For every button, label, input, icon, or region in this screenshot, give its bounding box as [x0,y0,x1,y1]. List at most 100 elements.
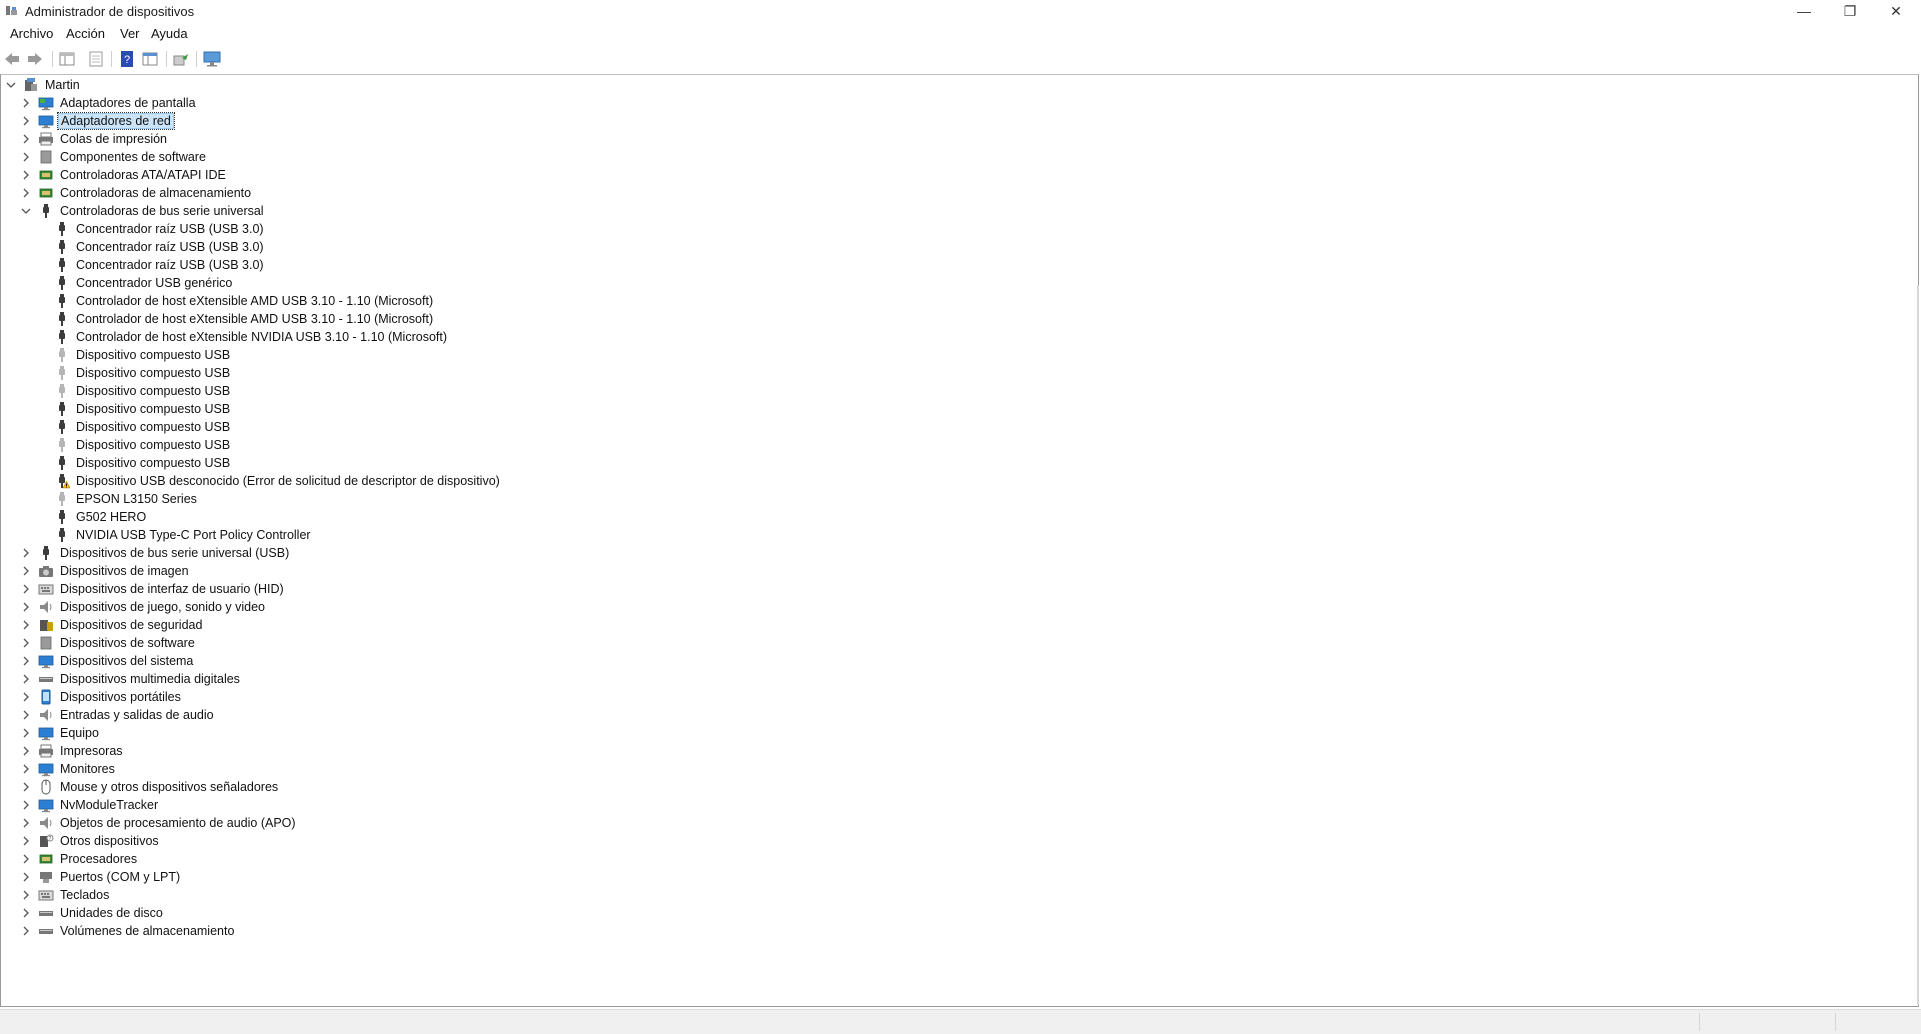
tree-category[interactable]: Teclados [20,886,111,904]
tree-category[interactable]: Monitores [20,760,117,778]
chevron-right-icon[interactable] [20,187,32,199]
tree-device[interactable]: Controlador de host eXtensible AMD USB 3… [36,292,435,310]
tree-device[interactable]: NVIDIA USB Type-C Port Policy Controller [36,526,313,544]
tree-category[interactable]: Entradas y salidas de audio [20,706,216,724]
chevron-right-icon[interactable] [20,745,32,757]
tree-item-label: Mouse y otros dispositivos señaladores [60,780,279,794]
chevron-right-icon[interactable] [20,637,32,649]
chevron-right-icon[interactable] [20,709,32,721]
chevron-right-icon[interactable] [20,889,32,901]
tree-category[interactable]: Dispositivos de software [20,634,197,652]
tree-device[interactable]: G502 HERO [36,508,148,526]
chevron-right-icon[interactable] [20,655,32,667]
tree-category[interactable]: Dispositivos de bus serie universal (USB… [20,544,291,562]
tree-category[interactable]: Procesadores [20,850,139,868]
tree-category[interactable]: Controladoras de almacenamiento [20,184,253,202]
chevron-right-icon[interactable] [20,799,32,811]
chevron-right-icon[interactable] [20,97,32,109]
chevron-right-icon[interactable] [20,853,32,865]
tree-category[interactable]: Adaptadores de red [20,112,175,130]
tree-category[interactable]: Dispositivos de juego, sonido y video [20,598,267,616]
tree-root[interactable]: Martin [5,76,82,94]
tree-category[interactable]: Dispositivos de interfaz de usuario (HID… [20,580,286,598]
chevron-right-icon[interactable] [20,673,32,685]
tree-category[interactable]: Unidades de disco [20,904,165,922]
chevron-right-icon[interactable] [20,133,32,145]
tree-category[interactable]: Equipo [20,724,101,742]
tree-category[interactable]: Componentes de software [20,148,208,166]
tree-category[interactable]: Controladoras de bus serie universal [20,202,266,220]
update-driver-button[interactable] [172,50,190,68]
chevron-down-icon[interactable] [20,205,32,217]
close-button[interactable]: ✕ [1873,0,1919,22]
tree-category[interactable]: Impresoras [20,742,125,760]
chevron-right-icon[interactable] [20,151,32,163]
chevron-right-icon[interactable] [20,781,32,793]
chevron-right-icon[interactable] [20,727,32,739]
tree-category[interactable]: Puertos (COM y LPT) [20,868,182,886]
tree-item-label: Dispositivo compuesto USB [76,420,231,434]
view-button[interactable] [141,50,159,68]
menu-archivo[interactable]: Archivo [10,26,53,41]
tree-device[interactable]: Dispositivo compuesto USB [36,364,232,382]
chevron-right-icon[interactable] [20,835,32,847]
tree-device[interactable]: Concentrador raíz USB (USB 3.0) [36,238,266,256]
tree-device[interactable]: Dispositivo compuesto USB [36,454,232,472]
print-queue-icon [38,131,54,147]
menu-ver[interactable]: Ver [120,26,140,41]
chevron-right-icon[interactable] [20,619,32,631]
tree-item-label: Componentes de software [60,150,206,164]
tree-device[interactable]: Dispositivo compuesto USB [36,436,232,454]
tree-category[interactable]: Dispositivos portátiles [20,688,183,706]
chevron-right-icon[interactable] [20,115,32,127]
tree-category[interactable]: NvModuleTracker [20,796,160,814]
tree-device[interactable]: Controlador de host eXtensible NVIDIA US… [36,328,449,346]
tree-category[interactable]: Dispositivos multimedia digitales [20,670,242,688]
menu-ayuda[interactable]: Ayuda [151,26,188,41]
tree-category[interactable]: Mouse y otros dispositivos señaladores [20,778,280,796]
tree-device[interactable]: Dispositivo USB desconocido (Error de so… [36,472,502,490]
tree-device[interactable]: Dispositivo compuesto USB [36,418,232,436]
tree-category[interactable]: Volúmenes de almacenamiento [20,922,236,940]
chevron-right-icon[interactable] [20,925,32,937]
chevron-right-icon[interactable] [20,907,32,919]
chevron-down-icon[interactable] [5,79,17,91]
chevron-right-icon[interactable] [20,547,32,559]
tree-category[interactable]: Controladoras ATA/ATAPI IDE [20,166,228,184]
tree-device[interactable]: Dispositivo compuesto USB [36,346,232,364]
chevron-right-icon[interactable] [20,763,32,775]
properties-button[interactable] [87,50,105,68]
tree-category[interactable]: Dispositivos de seguridad [20,616,204,634]
tree-category[interactable]: Objetos de procesamiento de audio (APO) [20,814,298,832]
chevron-right-icon[interactable] [20,601,32,613]
show-hide-tree-button[interactable] [58,50,76,68]
usb-icon [54,419,70,435]
device-manager-icon [6,6,17,15]
tree-device[interactable]: Controlador de host eXtensible AMD USB 3… [36,310,435,328]
tree-category[interactable]: Dispositivos del sistema [20,652,195,670]
scan-hardware-button[interactable] [203,50,221,68]
menu-accion[interactable]: Acción [66,26,105,41]
restore-button[interactable]: ❐ [1827,0,1873,22]
tree-category[interactable]: Dispositivos de imagen [20,562,191,580]
tree-category[interactable]: Adaptadores de pantalla [20,94,198,112]
chevron-right-icon[interactable] [20,691,32,703]
forward-button[interactable] [26,50,44,68]
chevron-right-icon[interactable] [20,871,32,883]
back-button[interactable] [3,50,21,68]
tree-device[interactable]: Concentrador raíz USB (USB 3.0) [36,256,266,274]
help-button[interactable]: ? [118,50,136,68]
tree-device[interactable]: Dispositivo compuesto USB [36,400,232,418]
tree-device[interactable]: Concentrador raíz USB (USB 3.0) [36,220,266,238]
tree-device[interactable]: EPSON L3150 Series [36,490,199,508]
chevron-right-icon[interactable] [20,817,32,829]
chevron-right-icon[interactable] [20,169,32,181]
tree-category[interactable]: Colas de impresión [20,130,169,148]
chevron-right-icon[interactable] [20,583,32,595]
chevron-right-icon[interactable] [20,565,32,577]
pane-edge [1917,285,1919,1005]
tree-device[interactable]: Dispositivo compuesto USB [36,382,232,400]
tree-category[interactable]: ? Otros dispositivos [20,832,161,850]
minimize-button[interactable]: — [1781,0,1827,22]
tree-device[interactable]: Concentrador USB genérico [36,274,234,292]
